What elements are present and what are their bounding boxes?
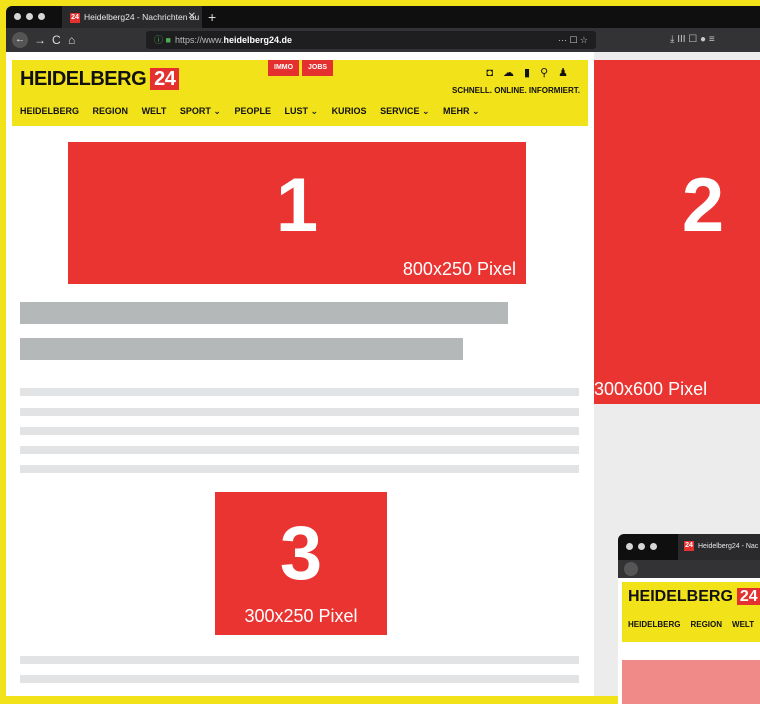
nav-toolbar: ← → C ⌂ ⓘ ■ https://www.heidelberg24.de ·… (6, 28, 760, 52)
logo-number: 24 (150, 68, 180, 90)
back-button[interactable]: ← (12, 32, 28, 48)
main-nav: HEIDELBERG REGION WELT SPORT ⌄ PEOPLE LU… (20, 106, 491, 117)
text-line-placeholder (20, 465, 579, 473)
lock-icon: ⓘ ■ (154, 35, 171, 45)
mini-header: HEIDELBERG 24 HEIDELBERG REGION WELT (622, 582, 760, 642)
page-actions-icon[interactable]: ··· ☐ ☆ (558, 31, 588, 49)
nav-item[interactable]: PEOPLE (234, 106, 271, 116)
ad-number: 1 (275, 163, 319, 248)
subheadline-placeholder (20, 338, 463, 360)
nav-item[interactable]: REGION (93, 106, 129, 116)
browser-tab[interactable]: 24 Heidelberg24 - Nachrichten au ✕ (62, 6, 202, 28)
bookmark-icon[interactable]: ▮ (524, 67, 540, 79)
text-line-placeholder (20, 427, 579, 435)
tab-bar: 24 Heidelberg24 - Nachrichten au ✕ + (6, 6, 760, 28)
favicon-icon: 24 (70, 12, 80, 23)
website-viewport: HEIDELBERG 24 IMMO JOBS ◘☁▮⚲♟ SCHNELL. ON… (6, 52, 594, 696)
home-button[interactable]: ⌂ (68, 31, 75, 49)
headline-placeholder (20, 302, 508, 324)
ad-size-label: 300x600 Pixel (594, 379, 708, 399)
jobs-link[interactable]: JOBS (302, 60, 334, 76)
new-tab-button[interactable]: + (208, 6, 216, 28)
nav-item[interactable]: SPORT ⌄ (180, 106, 221, 116)
ad-slot-1[interactable]: 1 800x250 Pixel (68, 142, 526, 284)
mini-nav-item: HEIDELBERG (628, 620, 681, 629)
ad-slot-3[interactable]: 3 300x250 Pixel (215, 492, 387, 635)
ad-slot-2[interactable]: 2 300x600 Pixel (594, 60, 760, 404)
search-icon[interactable]: ⚲ (540, 67, 558, 79)
nav-item[interactable]: LUST ⌄ (285, 106, 319, 116)
text-line-placeholder (20, 408, 579, 416)
mini-logo: HEIDELBERG 24 (628, 588, 760, 606)
close-window-button[interactable] (14, 13, 21, 20)
mini-nav-toolbar (618, 560, 760, 578)
header-icons: ◘☁▮⚲♟ (486, 66, 578, 79)
mini-logo-text: HEIDELBERG (628, 588, 733, 605)
minimize-window-button[interactable] (26, 13, 33, 20)
ad-number: 3 (279, 511, 323, 596)
url-domain: heidelberg24.de (223, 35, 292, 45)
url-prefix: https://www. (174, 35, 224, 45)
toolbar-icons[interactable]: ⤓ III ☐ ● ≡ (670, 28, 715, 52)
maximize-window-button[interactable] (38, 13, 45, 20)
immo-link[interactable]: IMMO (268, 60, 300, 76)
site-logo[interactable]: HEIDELBERG 24 (20, 68, 180, 91)
ad-size-label: 800x250 Pixel (402, 259, 516, 279)
nav-item[interactable]: MEHR ⌄ (443, 106, 480, 116)
mini-window-dot (638, 543, 645, 550)
camera-icon[interactable]: ◘ (486, 67, 503, 79)
nav-item[interactable]: KURIOS (332, 106, 367, 116)
ad-size-label: 300x250 Pixel (244, 606, 358, 626)
text-line-placeholder (20, 675, 579, 683)
mini-window-dot (626, 543, 633, 550)
nav-item[interactable]: HEIDELBERG (20, 106, 79, 116)
mini-tab-bar: 24 Heidelberg24 - Nac (618, 534, 760, 560)
mini-viewport: HEIDELBERG 24 HEIDELBERG REGION WELT (618, 578, 760, 704)
mini-logo-number: 24 (736, 588, 760, 605)
text-line-placeholder (20, 388, 579, 396)
reload-button[interactable]: C (52, 31, 61, 49)
mini-tab: 24 Heidelberg24 - Nac (678, 534, 760, 560)
mini-nav: HEIDELBERG REGION WELT (628, 620, 754, 629)
mini-back-icon (624, 562, 638, 576)
tab-title: Heidelberg24 - Nachrichten au (84, 12, 200, 22)
weather-icon[interactable]: ☁ (503, 67, 524, 79)
logo-text: HEIDELBERG (20, 68, 147, 90)
nav-item[interactable]: WELT (142, 106, 167, 116)
site-header: HEIDELBERG 24 IMMO JOBS ◘☁▮⚲♟ SCHNELL. ON… (12, 60, 588, 126)
mini-tab-title: Heidelberg24 - Nac (698, 543, 759, 550)
mini-window-dot (650, 543, 657, 550)
favicon-icon: 24 (684, 541, 694, 552)
text-line-placeholder (20, 446, 579, 454)
slogan: SCHNELL. ONLINE. INFORMIERT. (452, 86, 580, 95)
address-bar[interactable]: ⓘ ■ https://www.heidelberg24.de ··· ☐ ☆ (146, 31, 596, 49)
mini-nav-item: REGION (690, 620, 723, 629)
ad-number: 2 (681, 163, 725, 248)
mini-browser-preview: 24 Heidelberg24 - Nac HEIDELBERG 24 HEIDEL… (618, 534, 760, 704)
user-icon[interactable]: ♟ (558, 67, 578, 79)
close-tab-icon[interactable]: ✕ (188, 6, 196, 28)
nav-item[interactable]: SERVICE ⌄ (380, 106, 429, 116)
forward-button[interactable]: → (34, 31, 46, 49)
text-line-placeholder (20, 656, 579, 664)
mini-ad-slot (622, 660, 760, 704)
mini-nav-item: WELT (732, 620, 755, 629)
